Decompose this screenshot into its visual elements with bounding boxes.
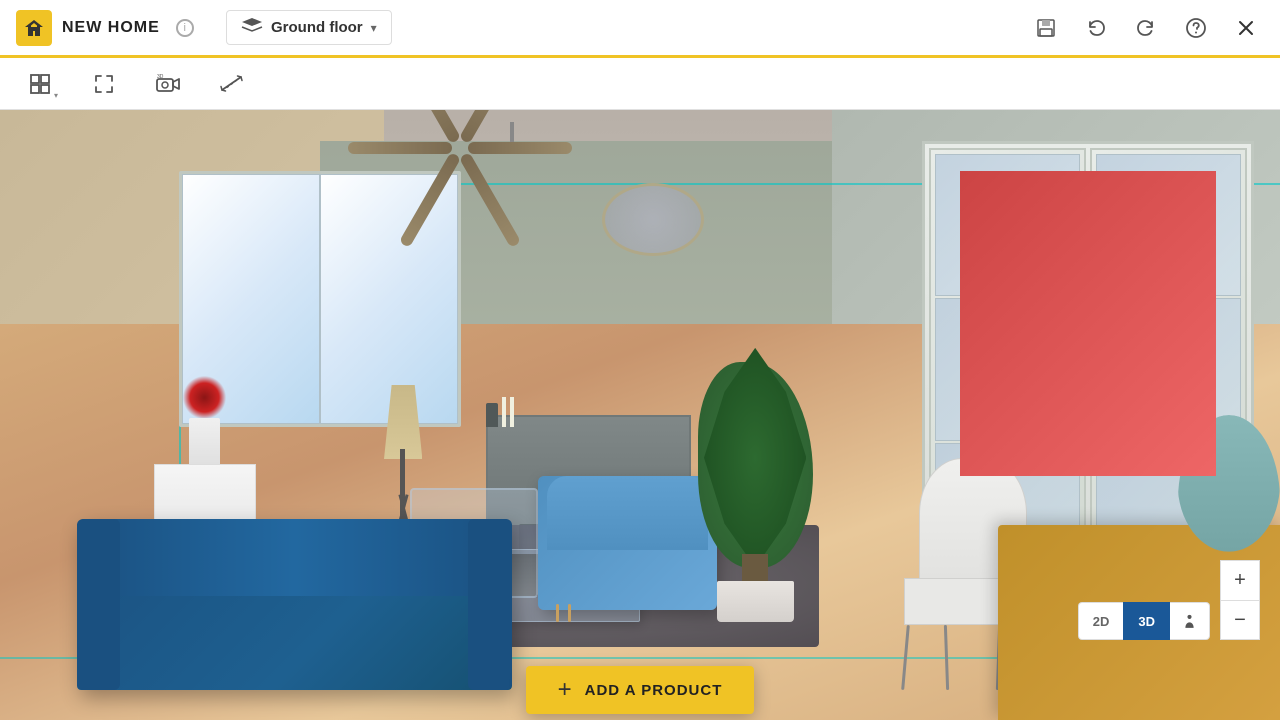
floor-layers-icon bbox=[241, 17, 263, 38]
chair-leg-2 bbox=[568, 604, 572, 622]
candle-2 bbox=[510, 397, 514, 428]
close-button[interactable] bbox=[1228, 10, 1264, 46]
floor-label: Ground floor bbox=[271, 19, 363, 36]
white-chair-leg-2 bbox=[944, 625, 949, 690]
zoom-in-button[interactable]: + bbox=[1220, 560, 1260, 600]
mantel-items bbox=[486, 397, 691, 428]
chair-leg-1 bbox=[556, 604, 560, 622]
add-product-plus-icon: + bbox=[558, 676, 573, 704]
person-view-button[interactable] bbox=[1170, 602, 1210, 640]
layout-tool-button[interactable]: ▾ bbox=[20, 64, 60, 104]
candle-1 bbox=[502, 397, 506, 428]
mantel-vase bbox=[486, 403, 498, 427]
adjoining-room-view bbox=[960, 171, 1216, 476]
fullscreen-button[interactable] bbox=[84, 64, 124, 104]
ceiling-fan bbox=[397, 122, 627, 195]
chair-legs bbox=[556, 604, 572, 622]
dropdown-chevron: ▾ bbox=[54, 91, 58, 100]
indoor-plant bbox=[691, 348, 819, 623]
sofa-armrest-right bbox=[468, 519, 512, 690]
info-icon[interactable]: i bbox=[176, 19, 194, 37]
undo-button[interactable] bbox=[1078, 10, 1114, 46]
round-mirror bbox=[602, 183, 704, 256]
topbar-right bbox=[1028, 10, 1264, 46]
chair-back bbox=[547, 476, 708, 550]
flowers bbox=[179, 372, 230, 422]
view-mode-toggle: 2D 3D bbox=[1078, 602, 1210, 640]
app-title: NEW HOME bbox=[62, 19, 160, 37]
svg-text:3D: 3D bbox=[157, 74, 164, 80]
flower-vase bbox=[179, 372, 230, 464]
fan-blade-4 bbox=[348, 142, 452, 154]
add-product-label: ADD A PRODUCT bbox=[585, 682, 723, 699]
zoom-controls: + − bbox=[1220, 560, 1260, 640]
zoom-out-button[interactable]: − bbox=[1220, 600, 1260, 640]
view-3d-button[interactable]: 3D bbox=[1123, 602, 1170, 640]
sofa-back bbox=[77, 519, 512, 596]
logo-area: NEW HOME i bbox=[16, 10, 216, 46]
vase-body bbox=[189, 418, 220, 464]
fan-blade-1 bbox=[468, 142, 572, 154]
chevron-down-icon: ▾ bbox=[371, 21, 377, 35]
top-bar: NEW HOME i Ground floor ▾ bbox=[0, 0, 1280, 58]
sofa bbox=[77, 519, 512, 690]
accent-chair bbox=[538, 476, 717, 610]
view-2d-button[interactable]: 2D bbox=[1078, 602, 1124, 640]
app-logo bbox=[16, 10, 52, 46]
measure-button[interactable] bbox=[212, 64, 252, 104]
toolbar: ▾ 3D bbox=[0, 58, 1280, 110]
redo-button[interactable] bbox=[1128, 10, 1164, 46]
help-button[interactable] bbox=[1178, 10, 1214, 46]
white-chair-leg-1 bbox=[901, 625, 910, 690]
add-product-button[interactable]: + ADD A PRODUCT bbox=[526, 666, 755, 714]
floor-selector[interactable]: Ground floor ▾ bbox=[226, 10, 392, 45]
save-button[interactable] bbox=[1028, 10, 1064, 46]
plant-pot bbox=[717, 581, 794, 622]
camera-3d-button[interactable]: 3D bbox=[148, 64, 188, 104]
sofa-armrest-left bbox=[77, 519, 121, 690]
